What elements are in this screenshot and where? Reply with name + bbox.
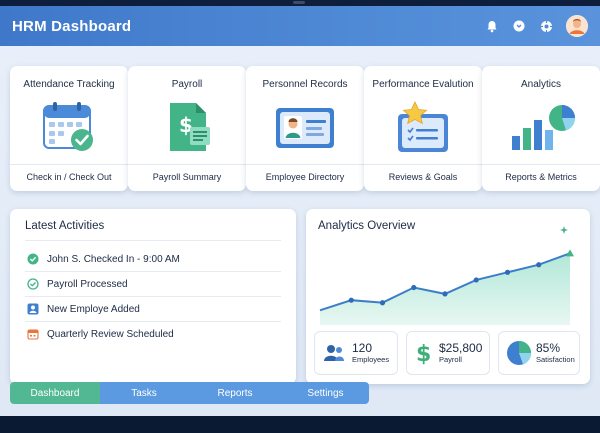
card-title: Attendance Tracking xyxy=(23,79,115,90)
divider xyxy=(25,271,281,272)
settings-icon[interactable] xyxy=(539,19,553,33)
stat-label: Payroll xyxy=(439,355,462,364)
activity-text: John S. Checked In - 9:00 AM xyxy=(47,253,180,265)
card-link[interactable]: Payroll Summary xyxy=(153,172,222,182)
card-link[interactable]: Reports & Metrics xyxy=(505,172,577,182)
stat-satisfaction[interactable]: 85% Satisfaction xyxy=(498,331,580,375)
card-title: Payroll xyxy=(171,79,203,90)
activity-item[interactable]: Payroll Processed xyxy=(27,278,128,290)
monitor-bezel xyxy=(0,416,600,433)
panel-title: Latest Activities xyxy=(25,220,105,232)
chat-icon[interactable] xyxy=(512,19,526,33)
top-bar: HRM Dashboard xyxy=(0,6,600,46)
pie-chart-icon xyxy=(506,340,532,366)
user-add-icon xyxy=(27,303,39,315)
card-title: Personnel Records xyxy=(262,79,348,90)
stat-payroll[interactable]: $ $25,800 Payroll xyxy=(406,331,490,375)
trend-point xyxy=(379,300,386,306)
bell-icon[interactable] xyxy=(485,19,499,33)
avatar[interactable] xyxy=(566,15,588,37)
analytics-overview-panel: Analytics Overview 120 Employees $ $25,8… xyxy=(306,209,590,384)
check-outline-icon xyxy=(27,278,39,290)
card-link[interactable]: Check in / Check Out xyxy=(26,172,111,182)
bar-pie-chart-icon xyxy=(512,105,576,150)
trend-area xyxy=(320,253,570,325)
trend-point xyxy=(536,262,542,268)
card-divider xyxy=(128,164,246,165)
stat-employees[interactable]: 120 Employees xyxy=(314,331,398,375)
svg-text:$: $ xyxy=(416,342,431,365)
dashboard-screen: HRM Dashboard Attendance Tracking Check … xyxy=(0,6,600,416)
activity-item[interactable]: John S. Checked In - 9:00 AM xyxy=(27,253,180,265)
card-link[interactable]: Reviews & Goals xyxy=(389,172,458,182)
calendar-icon xyxy=(27,328,39,340)
card-link[interactable]: Employee Directory xyxy=(266,172,345,182)
header-actions xyxy=(485,15,588,37)
trend-point xyxy=(348,297,354,303)
card-performance-evaluation[interactable]: Performance Evalution Reviews & Goals xyxy=(364,66,482,191)
star-checklist-icon xyxy=(398,101,448,152)
card-attendance-tracking[interactable]: Attendance Tracking Check in / Check Out xyxy=(10,66,128,191)
card-payroll[interactable]: Payroll $ Payroll Summary xyxy=(128,66,246,191)
divider xyxy=(25,240,281,241)
stat-value: $25,800 xyxy=(439,341,483,355)
app-title: HRM Dashboard xyxy=(12,17,132,35)
bottom-tab-bar: Dashboard Tasks Reports Settings xyxy=(10,382,369,404)
dollar-document-icon: $ xyxy=(170,103,210,151)
people-icon xyxy=(322,344,346,362)
activity-text: Payroll Processed xyxy=(47,278,128,290)
camera-dot xyxy=(293,1,305,4)
tab-reports[interactable]: Reports xyxy=(188,382,282,404)
trend-point xyxy=(442,291,448,297)
tab-dashboard[interactable]: Dashboard xyxy=(10,382,100,404)
stat-value: 85% xyxy=(536,341,561,355)
divider xyxy=(25,296,281,297)
card-analytics[interactable]: Analytics Reports & Metrics xyxy=(482,66,600,191)
latest-activities-panel: Latest Activities John S. Checked In - 9… xyxy=(10,209,296,384)
card-divider xyxy=(482,164,600,165)
card-divider xyxy=(364,164,482,165)
card-title: Performance Evalution xyxy=(372,79,474,90)
activity-text: Quarterly Review Scheduled xyxy=(47,328,174,340)
trend-point xyxy=(504,269,511,275)
id-card-icon xyxy=(276,108,334,148)
card-title: Analytics xyxy=(520,79,561,90)
trend-point xyxy=(566,249,574,257)
card-personnel-records[interactable]: Personnel Records Employee Directory xyxy=(246,66,364,191)
activity-text: New Employe Added xyxy=(47,303,140,315)
stat-label: Employees xyxy=(352,355,390,364)
dollar-icon: $ xyxy=(414,341,434,365)
calendar-check-icon xyxy=(43,102,93,151)
stat-label: Satisfaction xyxy=(536,355,575,364)
trend-point xyxy=(473,277,479,283)
check-circle-icon xyxy=(27,253,39,265)
activity-item[interactable]: New Employe Added xyxy=(27,303,140,315)
analytics-trend-chart xyxy=(319,249,574,325)
card-divider xyxy=(10,164,128,165)
card-divider xyxy=(246,164,364,165)
divider xyxy=(25,321,281,322)
stat-value: 120 xyxy=(352,341,373,355)
panel-title: Analytics Overview xyxy=(318,220,416,232)
activity-item[interactable]: Quarterly Review Scheduled xyxy=(27,328,174,340)
tab-settings[interactable]: Settings xyxy=(282,382,369,404)
sparkle-icon xyxy=(560,221,568,239)
tab-tasks[interactable]: Tasks xyxy=(100,382,188,404)
trend-point xyxy=(411,284,417,291)
